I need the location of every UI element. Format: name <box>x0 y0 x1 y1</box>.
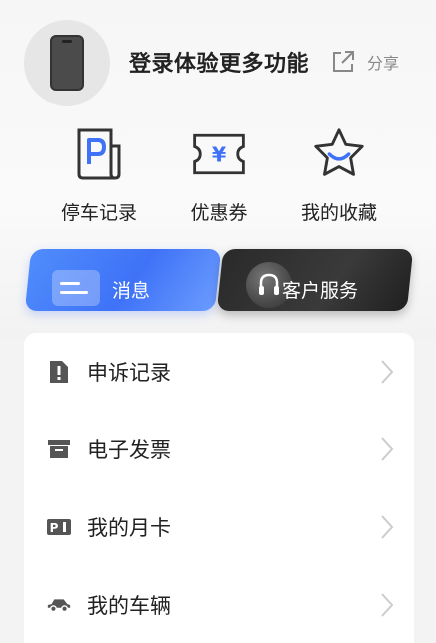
invoice-box-icon <box>48 440 70 458</box>
quick-action-coupons[interactable]: ¥ 优惠券 <box>164 124 274 225</box>
svg-text:P: P <box>50 521 59 535</box>
alert-document-icon <box>50 361 68 383</box>
phone-icon <box>50 35 84 91</box>
quick-action-label: 我的收藏 <box>300 202 377 224</box>
quick-action-parking-records[interactable]: 停车记录 <box>44 124 154 225</box>
quick-action-favorites[interactable]: 我的收藏 <box>284 124 394 225</box>
login-prompt[interactable]: 登录体验更多功能 <box>129 46 309 78</box>
menu-item-appeal-records[interactable]: 申诉记录 <box>24 333 414 411</box>
menu-item-label: 申诉记录 <box>87 361 171 385</box>
menu-item-my-vehicles[interactable]: 我的车辆 <box>24 566 414 643</box>
menu-item-label: 我的月卡 <box>87 516 171 540</box>
messages-label: 消息 <box>112 280 151 302</box>
chevron-right-icon <box>381 360 394 384</box>
customer-service-label: 客户服务 <box>282 280 359 302</box>
quick-action-label: 优惠券 <box>190 202 248 224</box>
menu-item-monthly-card[interactable]: P 我的月卡 <box>24 488 414 566</box>
parking-receipt-icon <box>77 128 121 180</box>
parking-card-icon: P <box>47 519 71 535</box>
share-button[interactable]: 分享 <box>329 48 399 76</box>
chevron-right-icon <box>381 515 394 539</box>
svg-text:¥: ¥ <box>212 143 227 167</box>
share-icon <box>333 51 354 72</box>
chevron-right-icon <box>381 437 394 461</box>
menu-item-label: 我的车辆 <box>87 594 171 618</box>
chevron-right-icon <box>381 593 394 617</box>
avatar[interactable] <box>24 20 110 106</box>
menu-item-label: 电子发票 <box>87 438 171 462</box>
message-list-icon <box>52 270 100 306</box>
coupon-icon: ¥ <box>193 133 245 175</box>
car-icon <box>47 599 71 613</box>
menu-item-e-invoice[interactable]: 电子发票 <box>24 410 414 488</box>
quick-action-label: 停车记录 <box>60 202 137 224</box>
share-label: 分享 <box>367 54 400 73</box>
menu-list: 申诉记录 电子发票 P 我的月卡 我的车辆 <box>24 333 414 643</box>
star-icon <box>314 128 364 176</box>
